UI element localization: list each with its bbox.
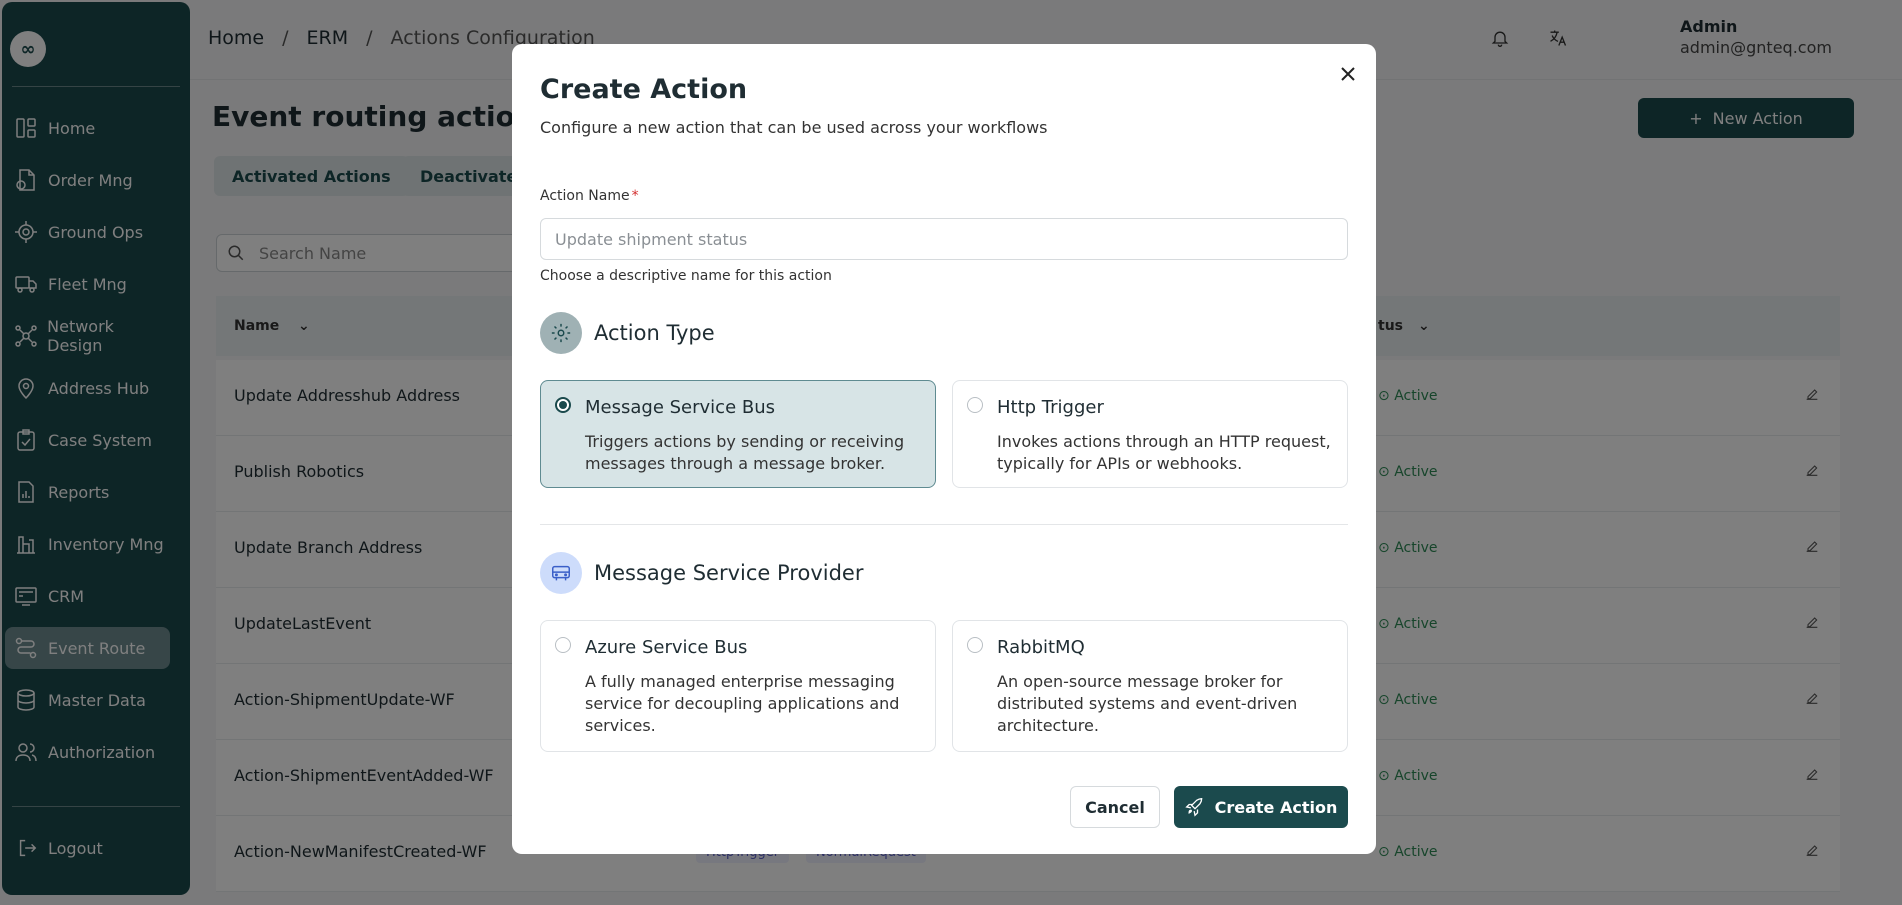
card-title: RabbitMQ bbox=[997, 637, 1085, 658]
action-type-http-trigger[interactable]: Http Trigger Invokes actions through an … bbox=[952, 380, 1348, 488]
action-name-input[interactable] bbox=[540, 218, 1348, 260]
card-description: A fully managed enterprise messaging ser… bbox=[585, 672, 900, 735]
required-mark: * bbox=[631, 188, 639, 204]
create-action-button[interactable]: Create Action bbox=[1174, 786, 1348, 828]
action-type-section-header: Action Type bbox=[540, 312, 715, 354]
radio-button[interactable] bbox=[967, 637, 983, 653]
close-icon bbox=[1341, 67, 1355, 81]
card-description: Triggers actions by sending or receiving… bbox=[585, 432, 905, 473]
card-title: Azure Service Bus bbox=[585, 637, 748, 658]
gear-icon bbox=[540, 312, 582, 354]
card-title: Message Service Bus bbox=[585, 397, 775, 418]
card-title: Http Trigger bbox=[997, 397, 1104, 418]
action-name-label-text: Action Name bbox=[540, 188, 630, 204]
card-description: An open-source message broker for distri… bbox=[997, 672, 1298, 735]
action-type-message-service-bus[interactable]: Message Service Bus Triggers actions by … bbox=[540, 380, 936, 488]
bus-icon bbox=[540, 552, 582, 594]
provider-rabbitmq[interactable]: RabbitMQ An open-source message broker f… bbox=[952, 620, 1348, 752]
card-description: Invokes actions through an HTTP request,… bbox=[997, 432, 1331, 473]
cancel-button[interactable]: Cancel bbox=[1070, 786, 1160, 828]
radio-button[interactable] bbox=[555, 637, 571, 653]
close-button[interactable] bbox=[1336, 62, 1360, 86]
create-action-dialog: Create Action Configure a new action tha… bbox=[512, 44, 1376, 854]
section-divider bbox=[540, 524, 1348, 525]
action-name-label: Action Name * bbox=[540, 188, 639, 204]
provider-section-header: Message Service Provider bbox=[540, 552, 863, 594]
dialog-title: Create Action bbox=[540, 74, 748, 105]
rocket-icon bbox=[1184, 797, 1202, 817]
action-name-help: Choose a descriptive name for this actio… bbox=[540, 268, 832, 284]
provider-azure-service-bus[interactable]: Azure Service Bus A fully managed enterp… bbox=[540, 620, 936, 752]
dialog-subtitle: Configure a new action that can be used … bbox=[540, 118, 1048, 137]
create-action-label: Create Action bbox=[1214, 797, 1338, 817]
provider-title: Message Service Provider bbox=[594, 561, 864, 585]
radio-button[interactable] bbox=[967, 397, 983, 413]
radio-button[interactable] bbox=[555, 397, 571, 413]
action-type-title: Action Type bbox=[594, 321, 715, 345]
